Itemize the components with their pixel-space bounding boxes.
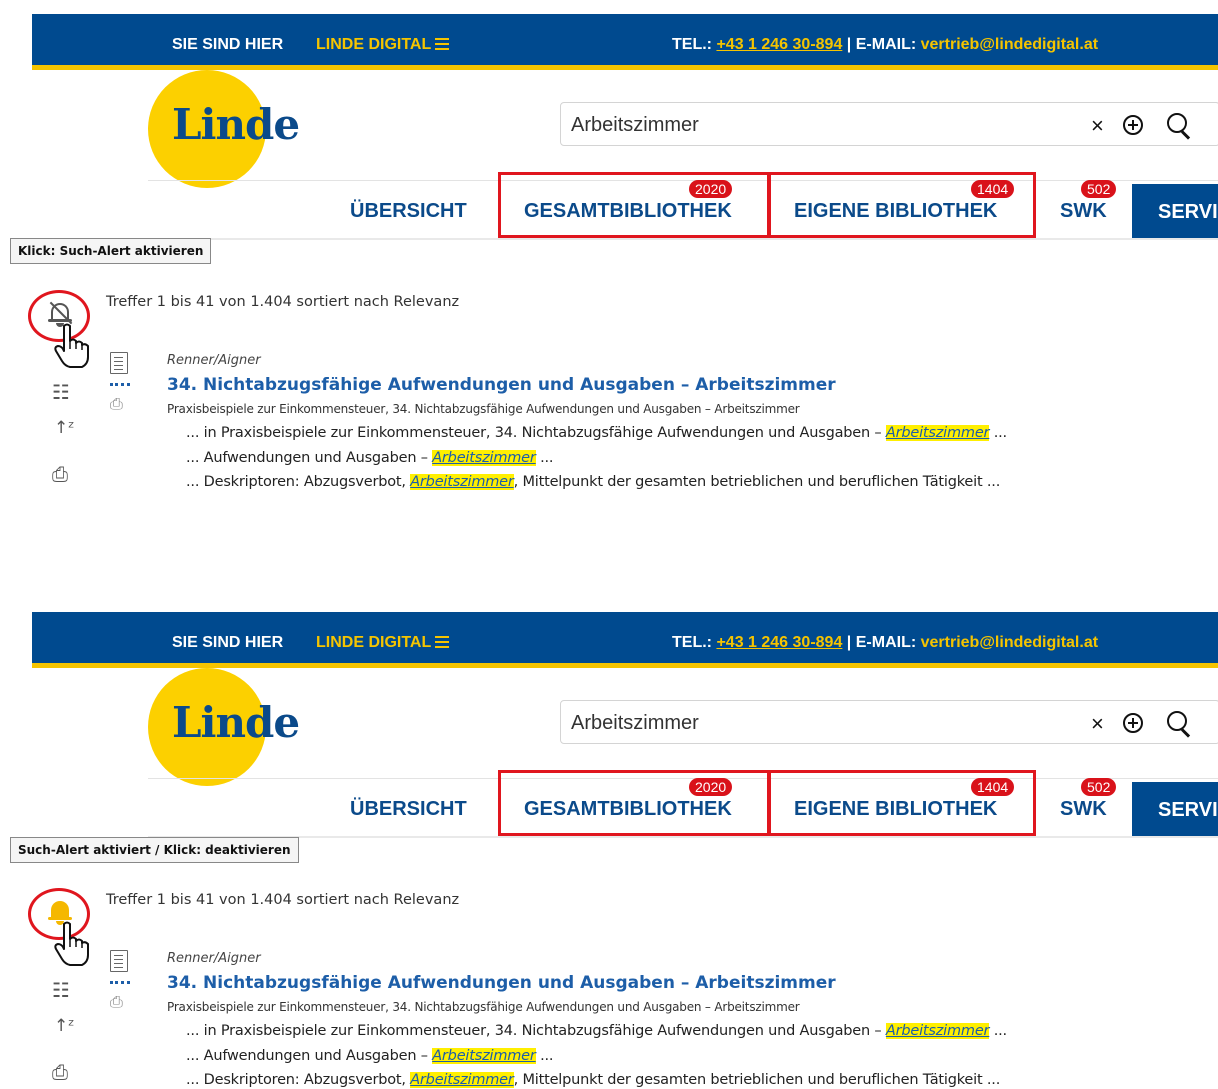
search-term-highlight: Arbeitszimmer [410,1072,514,1088]
breadcrumb-here-label: SIE SIND HIER [172,36,284,53]
tab-overview[interactable]: ÜBERSICHT [350,798,467,821]
checklist-icon[interactable]: ☷ [52,978,70,1002]
top-bar: SIE SIND HIER LINDE DIGITAL TEL.: +43 1 … [32,14,1218,70]
print-icon[interactable]: ⎙ [110,396,123,414]
result-author: Renner/Aigner [167,353,261,368]
document-icon[interactable] [110,352,128,374]
top-bar: SIE SIND HIER LINDE DIGITAL TEL.: +43 1 … [32,612,1218,668]
result-snippet: ... Deskriptoren: Abzugsverbot, Arbeitsz… [186,474,1001,490]
add-circle-icon[interactable] [1123,115,1143,135]
clear-icon[interactable]: × [1091,711,1104,737]
result-snippet: ... in Praxisbeispiele zur Einkommensteu… [186,425,1007,441]
search-input[interactable] [571,711,1051,735]
tab-service[interactable]: SERVI [1132,184,1218,238]
tooltip: Klick: Such-Alert aktivieren [10,238,212,264]
search-term-highlight: Arbeitszimmer [885,1023,990,1039]
checklist-icon[interactable]: ☷ [52,380,70,404]
site-menu-link[interactable]: LINDE DIGITAL [316,36,450,54]
result-count: Treffer 1 bis 41 von 1.404 sortiert nach… [106,892,460,908]
document-icon[interactable] [110,950,128,972]
search-input[interactable] [571,113,1051,137]
result-source: Praxisbeispiele zur Einkommensteuer, 34.… [167,402,800,416]
count-badge-swk: 502 [1081,180,1117,198]
menu-icon[interactable] [435,636,450,648]
print-icon[interactable]: ⎙ [110,994,123,1012]
menu-icon[interactable] [435,38,450,50]
search-icon[interactable] [1165,709,1193,737]
site-menu-link[interactable]: LINDE DIGITAL [316,634,450,652]
highlight-box-eigene [768,770,1036,836]
email-link[interactable]: vertrieb@lindedigital.at [921,634,1098,651]
result-count: Treffer 1 bis 41 von 1.404 sortiert nach… [106,294,460,310]
screenshot-panel-before: SIE SIND HIER LINDE DIGITAL TEL.: +43 1 … [0,0,1218,545]
result-title-link[interactable]: 34. Nichtabzugsfähige Aufwendungen und A… [167,973,836,993]
result-title-link[interactable]: 34. Nichtabzugsfähige Aufwendungen und A… [167,375,836,395]
hand-cursor-icon [54,323,89,368]
search-term-highlight: Arbeitszimmer [885,425,990,441]
highlight-box-gesamt [498,172,770,238]
hand-cursor-icon [54,921,89,966]
result-snippet: ... Deskriptoren: Abzugsverbot, Arbeitsz… [186,1072,1001,1088]
phone-link[interactable]: +43 1 246 30-894 [716,634,842,651]
tab-overview[interactable]: ÜBERSICHT [350,200,467,223]
search-term-highlight: Arbeitszimmer [410,474,514,490]
clear-icon[interactable]: × [1091,113,1104,139]
result-snippet: ... Aufwendungen und Ausgaben – Arbeitsz… [186,1048,554,1064]
add-circle-icon[interactable] [1123,713,1143,733]
breadcrumb-here-label: SIE SIND HIER [172,634,284,651]
email-link[interactable]: vertrieb@lindedigital.at [921,36,1098,53]
print-icon[interactable]: ⎙ [52,1060,68,1084]
result-snippet: ... Aufwendungen und Ausgaben – Arbeitsz… [186,450,554,466]
tooltip: Such-Alert aktiviert / Klick: deaktivier… [10,837,299,863]
search-box: × [560,102,1218,146]
search-term-highlight: Arbeitszimmer [432,1048,536,1064]
sort-icon[interactable]: ↑ᶻ [54,418,74,438]
print-icon[interactable]: ⎙ [52,462,68,486]
search-icon[interactable] [1165,111,1193,139]
search-term-highlight: Arbeitszimmer [432,450,536,466]
tab-swk[interactable]: SWK [1060,200,1107,223]
logo[interactable]: Linde [172,100,300,149]
sort-icon[interactable]: ↑ᶻ [54,1016,74,1036]
highlight-box-gesamt [498,770,770,836]
tab-swk[interactable]: SWK [1060,798,1107,821]
result-snippet: ... in Praxisbeispiele zur Einkommensteu… [186,1023,1007,1039]
highlight-box-eigene [768,172,1036,238]
dots-icon [110,383,130,387]
tab-service[interactable]: SERVI [1132,782,1218,836]
contact-line: TEL.: +43 1 246 30-894 | E-MAIL: vertrie… [672,36,1099,53]
result-author: Renner/Aigner [167,951,261,966]
count-badge-swk: 502 [1081,778,1117,796]
logo[interactable]: Linde [172,698,300,747]
nav-bottom-line [148,836,1218,838]
screenshot-panel-after: SIE SIND HIER LINDE DIGITAL TEL.: +43 1 … [0,598,1218,1089]
contact-line: TEL.: +43 1 246 30-894 | E-MAIL: vertrie… [672,634,1099,651]
dots-icon [110,981,130,985]
result-source: Praxisbeispiele zur Einkommensteuer, 34.… [167,1000,800,1014]
search-box: × [560,700,1218,744]
nav-bottom-line [148,238,1218,240]
phone-link[interactable]: +43 1 246 30-894 [716,36,842,53]
